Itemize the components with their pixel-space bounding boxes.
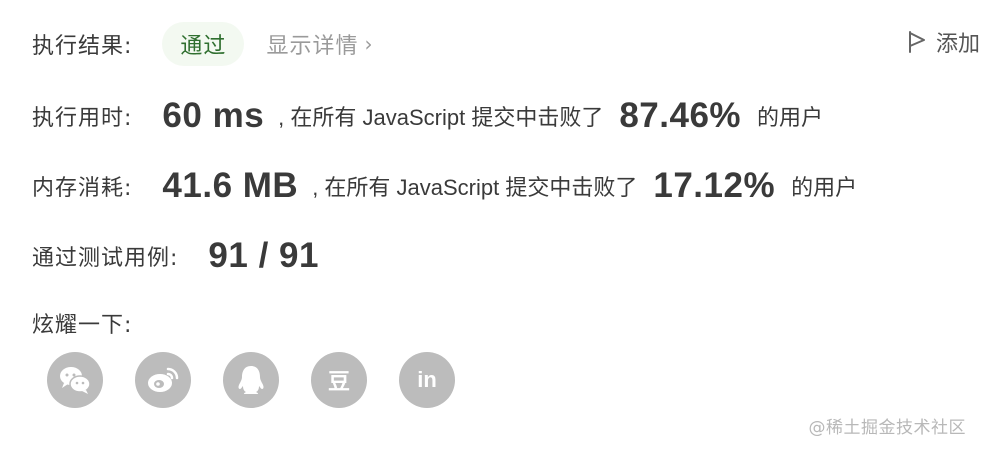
memory-label: 内存消耗: [32, 176, 133, 201]
runtime-suffix: 的用户 [757, 106, 824, 131]
runtime-label: 执行用时: [32, 106, 133, 131]
memory-suffix: 的用户 [791, 176, 858, 201]
share-douban-button[interactable]: 豆 [311, 352, 367, 408]
show-details-label: 显示详情 [266, 34, 359, 59]
runtime-row: 执行用时: 60 ms , 在所有 JavaScript 提交中击败了 87.4… [32, 92, 823, 140]
runtime-percent: 87.46% [619, 96, 742, 135]
add-label: 添加 [935, 32, 980, 57]
flag-icon [908, 31, 925, 53]
share-buttons: 豆 in [47, 352, 487, 408]
share-wechat-button[interactable] [47, 352, 103, 408]
wechat-icon [60, 367, 91, 394]
memory-percent: 17.12% [653, 166, 776, 205]
pass-status-badge[interactable]: 通过 [162, 22, 245, 66]
chevron-right-icon: › [364, 32, 374, 56]
tests-value: 91 / 91 [208, 236, 319, 275]
share-label: 炫耀一下: [32, 313, 133, 338]
runtime-beat-text: , 在所有 JavaScript 提交中击败了 [278, 105, 604, 130]
add-button[interactable]: 添加 [908, 26, 980, 58]
weibo-icon [148, 367, 179, 392]
tests-label: 通过测试用例: [32, 246, 179, 271]
watermark: @稀土掘金技术社区 [808, 418, 966, 438]
share-linkedin-button[interactable]: in [399, 352, 455, 408]
result-row: 执行结果: 通过 显示详情 › [32, 22, 373, 66]
memory-value: 41.6 MB [162, 166, 299, 205]
share-weibo-button[interactable] [135, 352, 191, 408]
show-details-link[interactable]: 显示详情 › [266, 28, 373, 60]
qq-icon [238, 366, 264, 394]
runtime-value: 60 ms [162, 96, 265, 135]
linkedin-icon: in [417, 367, 437, 392]
memory-row: 内存消耗: 41.6 MB , 在所有 JavaScript 提交中击败了 17… [32, 162, 857, 210]
douban-icon: 豆 [327, 369, 350, 394]
tests-row: 通过测试用例: 91 / 91 [32, 232, 319, 280]
share-row: 炫耀一下: [32, 306, 132, 340]
result-label: 执行结果: [32, 34, 133, 59]
memory-beat-text: , 在所有 JavaScript 提交中击败了 [312, 175, 638, 200]
share-qq-button[interactable] [223, 352, 279, 408]
